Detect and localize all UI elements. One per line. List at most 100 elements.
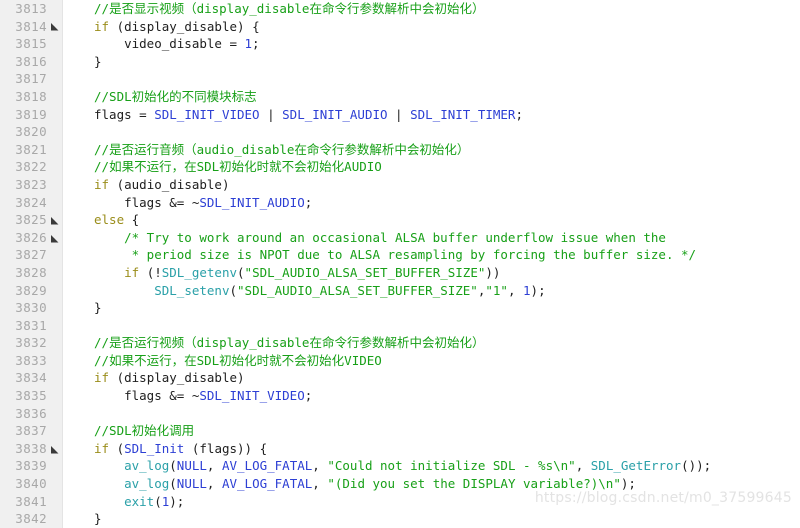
code-line-text[interactable]: } [62, 53, 102, 71]
code-line[interactable]: 3828 if (!SDL_getenv("SDL_AUDIO_ALSA_SET… [0, 264, 800, 282]
code-line-text[interactable]: /* Try to work around an occasional ALSA… [62, 229, 666, 247]
token-comment: VIDEO [344, 352, 382, 368]
code-line[interactable]: 3841 exit(1); [0, 493, 800, 511]
line-number: 3820 [15, 124, 47, 140]
code-line-text[interactable]: video_disable = 1; [62, 35, 259, 53]
code-line[interactable]: 3821 //是否运行音频（audio_disable在命令行参数解析中会初始化） [0, 141, 800, 159]
token-keyword: if [94, 176, 110, 192]
code-line[interactable]: 3836 [0, 405, 800, 423]
code-line[interactable]: 3833 //如果不运行，在SDL初始化时就不会初始化VIDEO [0, 352, 800, 370]
code-line[interactable]: 3834 if (display_disable) [0, 369, 800, 387]
code-line[interactable]: 3820 [0, 123, 800, 141]
code-line-text[interactable]: if (display_disable) { [62, 18, 260, 36]
token-plain: display_disable [124, 18, 238, 34]
line-number: 3836 [15, 405, 47, 421]
code-line[interactable]: 3815 video_disable = 1; [0, 35, 800, 53]
line-number: 3841 [15, 493, 47, 509]
token-number: 1 [523, 282, 531, 298]
code-line[interactable]: 3839 av_log(NULL, AV_LOG_FATAL, "Could n… [0, 457, 800, 475]
token-comment: 初始化的不同模块标志 [131, 88, 257, 104]
code-line-text[interactable]: } [62, 299, 102, 317]
token-plain: , [507, 282, 524, 298]
token-keyword: if [124, 264, 140, 280]
line-number: 3825 [15, 212, 47, 228]
token-plain: ( [109, 440, 125, 456]
code-fold-triangle-icon[interactable] [51, 23, 59, 31]
code-line-text[interactable]: //如果不运行，在SDL初始化时就不会初始化VIDEO [62, 352, 382, 370]
code-line[interactable]: 3835 flags &= ~SDL_INIT_VIDEO; [0, 387, 800, 405]
line-number: 3830 [15, 300, 47, 316]
code-line[interactable]: 3830} [0, 299, 800, 317]
code-line[interactable]: 3823 if (audio_disable) [0, 176, 800, 194]
token-ident: SDL_Init [124, 440, 185, 456]
fold-marker-cell[interactable] [47, 17, 62, 35]
token-comment: audio_disable [196, 141, 295, 157]
code-line[interactable]: 3817 [0, 70, 800, 88]
code-line[interactable]: 3813 //是否显示视频（display_disable在命令行参数解析中会初始… [0, 0, 800, 18]
code-line-text[interactable]: flags &= ~SDL_INIT_VIDEO; [62, 387, 312, 405]
code-line-text[interactable]: flags = SDL_INIT_VIDEO | SDL_INIT_AUDIO … [62, 106, 523, 124]
code-line[interactable]: 3814 if (display_disable) { [0, 18, 800, 36]
code-line-text[interactable]: av_log(NULL, AV_LOG_FATAL, "(Did you set… [62, 475, 636, 493]
token-plain: ( [109, 18, 125, 34]
token-comment: AUDIO [344, 159, 382, 175]
code-line[interactable]: 3827 * period size is NPOT due to ALSA r… [0, 246, 800, 264]
code-line[interactable]: 3837 //SDL初始化调用 [0, 422, 800, 440]
code-line-text[interactable]: //是否显示视频（display_disable在命令行参数解析中会初始化） [62, 0, 484, 18]
code-line-text[interactable]: flags &= ~SDL_INIT_AUDIO; [62, 194, 312, 212]
code-line[interactable]: 3831 [0, 317, 800, 335]
token-plain: ( [169, 476, 177, 492]
token-comment: 在命令行参数解析中会初始化） [309, 1, 485, 16]
code-line-text[interactable]: //如果不运行，在SDL初始化时就不会初始化AUDIO [62, 158, 382, 176]
code-editor[interactable]: https://blog.csdn.net/m0_37599645 3813//… [0, 0, 800, 528]
token-comment: display_disable [196, 335, 310, 351]
code-line-text[interactable]: //是否运行音频（audio_disable在命令行参数解析中会初始化） [62, 141, 469, 159]
code-fold-triangle-icon[interactable] [51, 445, 59, 454]
code-line-text[interactable]: if (display_disable) [62, 369, 245, 387]
code-line-text[interactable]: SDL_setenv("SDL_AUDIO_ALSA_SET_BUFFER_SI… [62, 282, 545, 300]
code-line-text[interactable]: else { [62, 211, 139, 229]
code-line-text[interactable]: //SDL初始化调用 [62, 422, 194, 440]
code-line[interactable]: 3824 flags &= ~SDL_INIT_AUDIO; [0, 194, 800, 212]
token-plain: ( [169, 458, 177, 474]
code-line[interactable]: 3829 SDL_setenv("SDL_AUDIO_ALSA_SET_BUFF… [0, 282, 800, 300]
code-line[interactable]: 3838 if (SDL_Init (flags)) { [0, 440, 800, 458]
code-line-text[interactable]: if (SDL_Init (flags)) { [62, 440, 267, 458]
code-line[interactable]: 3826 /* Try to work around an occasional… [0, 229, 800, 247]
code-line[interactable]: 3819 flags = SDL_INIT_VIDEO | SDL_INIT_AU… [0, 106, 800, 124]
code-line[interactable]: 3818 //SDL初始化的不同模块标志 [0, 88, 800, 106]
code-line[interactable]: 3832 //是否运行视频（display_disable在命令行参数解析中会初始… [0, 334, 800, 352]
code-line-text[interactable]: } [62, 510, 102, 528]
token-comment: * period size is NPOT due to ALSA resamp… [94, 247, 697, 263]
code-line[interactable]: 3840 av_log(NULL, AV_LOG_FATAL, "(Did yo… [0, 475, 800, 493]
token-plain: , [206, 458, 222, 474]
code-line[interactable]: 3816} [0, 53, 800, 71]
fold-marker-cell[interactable] [47, 229, 62, 247]
token-plain: ; [304, 388, 313, 404]
token-comment: 初始化时就不会初始化 [219, 352, 345, 368]
token-comment: /* Try to work around an occasional ALSA… [94, 229, 666, 245]
code-fold-triangle-icon[interactable] [51, 234, 59, 242]
code-fold-triangle-icon[interactable] [51, 216, 59, 225]
code-line-text[interactable]: av_log(NULL, AV_LOG_FATAL, "Could not in… [62, 457, 711, 475]
code-line-text[interactable]: //SDL初始化的不同模块标志 [62, 88, 257, 106]
code-line-text[interactable]: if (!SDL_getenv("SDL_AUDIO_ALSA_SET_BUFF… [62, 264, 500, 282]
code-line[interactable]: 3842} [0, 510, 800, 528]
token-ident: NULL [176, 458, 207, 474]
code-line-text[interactable]: * period size is NPOT due to ALSA resamp… [62, 246, 696, 264]
code-line[interactable]: 3822 //如果不运行，在SDL初始化时就不会初始化AUDIO [0, 158, 800, 176]
fold-marker-cell[interactable] [47, 440, 62, 458]
code-line[interactable]: 3825 else { [0, 211, 800, 229]
line-number: 3826 [15, 229, 47, 245]
code-line-text[interactable]: if (audio_disable) [62, 176, 229, 194]
code-line-text[interactable]: //是否运行视频（display_disable在命令行参数解析中会初始化） [62, 334, 484, 352]
token-keyword: if [94, 370, 110, 386]
token-string: "SDL_AUDIO_ALSA_SET_BUFFER_SIZE" [244, 264, 486, 280]
token-plain: ); [620, 476, 636, 492]
code-line-text[interactable]: exit(1); [62, 493, 184, 511]
fold-marker-cell[interactable] [47, 211, 62, 229]
line-number: 3831 [15, 317, 47, 333]
line-number: 3824 [15, 194, 47, 210]
line-number: 3822 [15, 159, 47, 175]
